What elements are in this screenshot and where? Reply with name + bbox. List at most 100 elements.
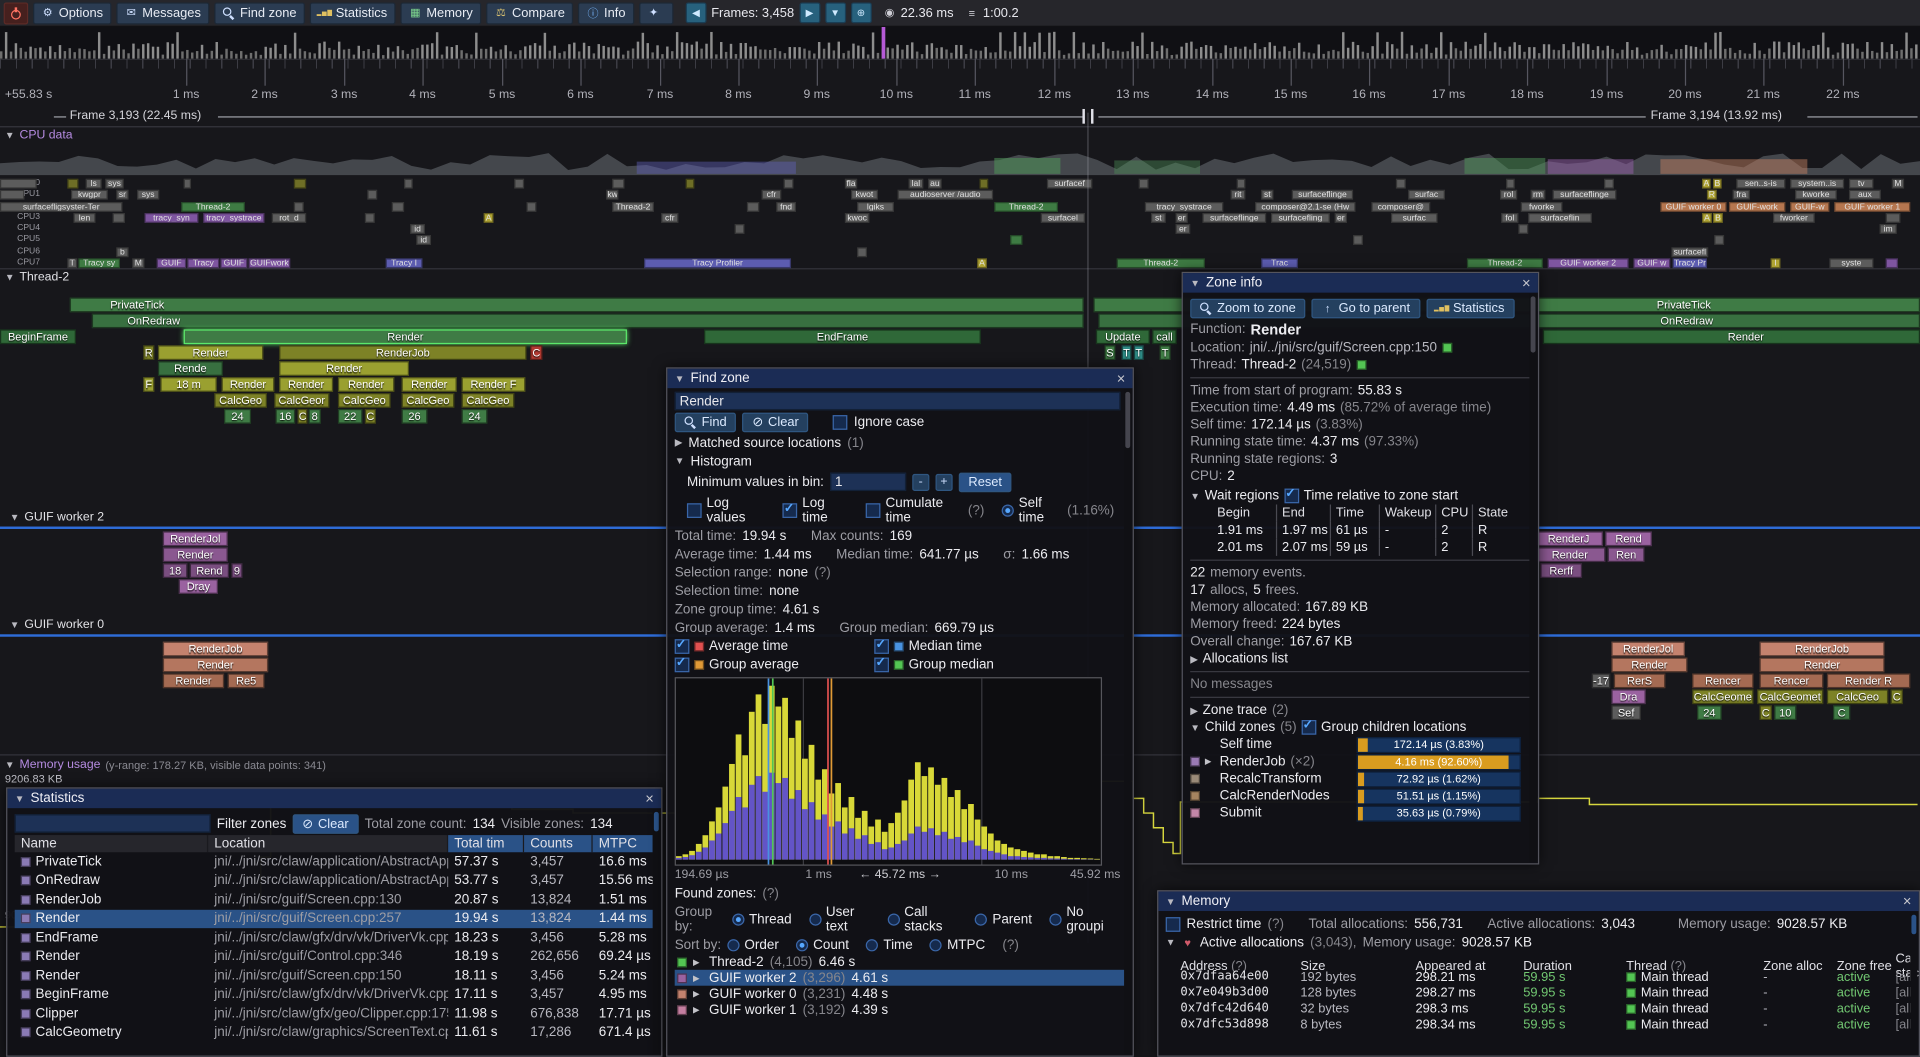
timeline-zone[interactable]: BeginFrame — [0, 329, 76, 344]
timeline-zone[interactable]: Render — [163, 673, 224, 688]
log-values-checkbox[interactable] — [687, 503, 702, 518]
zone-info-title-bar[interactable]: ▼ Zone info × — [1183, 273, 1538, 293]
timeline-zone[interactable]: CalcGeo — [214, 393, 267, 408]
filter-zones-input[interactable] — [15, 814, 211, 832]
timeline-zone[interactable]: Render — [163, 658, 268, 673]
group-children-checkbox[interactable] — [1301, 720, 1316, 735]
statistics-row[interactable]: Render jni/../jni/src/guif/Control.cpp:3… — [15, 947, 654, 966]
timeline-zone[interactable]: Dra — [1611, 689, 1645, 704]
timeline-zone[interactable]: CalcGeo — [462, 393, 515, 408]
timeline-zone[interactable]: Render — [158, 345, 263, 360]
group-by-option[interactable]: User text — [809, 904, 870, 933]
group-by-option[interactable]: Thread — [732, 912, 792, 927]
sort-by-option[interactable]: Count — [796, 937, 849, 952]
timeline-zone[interactable]: call — [1152, 329, 1176, 344]
timeline-zone[interactable]: 16 — [276, 409, 296, 424]
window-collapse-icon[interactable]: ▼ — [1166, 896, 1176, 907]
thread2-header[interactable]: ▼ Thread-2 — [5, 271, 69, 284]
timeline-zone[interactable]: 8 — [309, 409, 321, 424]
go-to-parent-button[interactable]: Go to parent — [1312, 298, 1420, 318]
statistics-row[interactable]: CalcGeometry jni/../jni/src/claw/graphic… — [15, 1023, 654, 1042]
allocation-row[interactable]: 0x7dfc42d640 32 bytes 298.3 ms 59.95 s M… — [1166, 1000, 1912, 1016]
timeline-zone[interactable]: -17 — [1592, 673, 1610, 688]
toolbar-button[interactable]: Options — [33, 2, 112, 24]
column-header-total-time[interactable]: Total tim — [448, 835, 524, 852]
self-time-radio[interactable] — [1002, 504, 1014, 516]
time-relative-checkbox[interactable] — [1284, 489, 1299, 504]
statistics-row[interactable]: Render jni/../jni/src/guif/Screen.cpp:15… — [15, 966, 654, 985]
wait-regions-toggle[interactable]: ▼ — [1190, 490, 1200, 501]
scrollbar[interactable] — [1529, 294, 1536, 862]
timeline-zone[interactable]: R — [143, 345, 154, 360]
zone-thread[interactable]: Thread-2 — [1242, 358, 1297, 373]
timeline-zone[interactable]: Sef — [1611, 705, 1640, 720]
timeline-zone[interactable]: Render — [1760, 658, 1885, 673]
group-by-option[interactable]: Parent — [975, 912, 1032, 927]
timeline-zone[interactable]: 24 — [1697, 705, 1721, 720]
timeline-zone[interactable]: Render — [1543, 329, 1920, 344]
min-bin-decrease-button[interactable]: - — [912, 473, 929, 490]
statistics-row[interactable]: OnRedraw jni/../jni/src/claw/application… — [15, 871, 654, 890]
timeline-zone[interactable]: RenderJob — [279, 345, 526, 360]
zone-group-row[interactable]: ▶ GUIF worker 2 (3,296) 4.61 s — [675, 970, 1126, 986]
legend-checkbox[interactable] — [874, 639, 889, 654]
timeline-zone[interactable]: Rencer — [1760, 673, 1824, 688]
allocations-list-toggle[interactable]: ▶Allocations list — [1190, 650, 1530, 667]
timeline-zone[interactable]: 24 — [462, 409, 488, 424]
statistics-row[interactable]: Render jni/../jni/src/guif/Screen.cpp:25… — [15, 909, 654, 928]
wait-region-row[interactable]: 1.91 ms1.97 ms61 µs -2R — [1212, 522, 1530, 539]
statistics-title-bar[interactable]: ▼ Statistics × — [7, 789, 661, 809]
toolbar-button[interactable]: Find zone — [214, 2, 305, 24]
timeline-zone[interactable]: RenderJob — [1760, 642, 1885, 657]
scrollbar[interactable] — [653, 809, 660, 1054]
timeline-zone[interactable]: C — [530, 345, 542, 360]
timeline-zone[interactable]: 18 m — [160, 377, 216, 392]
expand-triangle-icon[interactable]: ▶ — [693, 989, 703, 999]
timeline-zone[interactable]: Render F — [462, 377, 526, 392]
focus-frame-button[interactable]: ⊕ — [850, 2, 871, 23]
min-bin-input[interactable] — [830, 473, 906, 491]
zone-trace-toggle[interactable]: ▶Zone trace(2) — [1190, 702, 1530, 719]
column-header-mtpc[interactable]: MTPC — [593, 835, 654, 852]
toolbar-button[interactable]: Statistics — [310, 2, 396, 24]
statistics-row[interactable]: RenderJob jni/../jni/src/guif/Screen.cpp… — [15, 890, 654, 909]
timeline-zone[interactable]: 18 — [163, 563, 187, 578]
group-by-option[interactable]: No groupi — [1049, 904, 1114, 933]
timeline-zone[interactable]: F — [143, 377, 154, 392]
legend-checkbox[interactable] — [874, 657, 889, 672]
timeline-zone[interactable]: 22 — [338, 409, 362, 424]
timeline-zone[interactable]: EndFrame — [704, 329, 981, 344]
log-time-checkbox[interactable] — [783, 503, 798, 518]
allocation-row[interactable]: 0x7dfc53d898 8 bytes 298.34 ms 59.95 s M… — [1166, 1016, 1912, 1032]
statistics-row[interactable]: EndFrame jni/../jni/src/claw/gfx/drv/vk/… — [15, 928, 654, 947]
toolbar-button[interactable]: Compare — [486, 2, 573, 24]
timeline-zone[interactable]: T — [1122, 345, 1132, 360]
cumulate-time-checkbox[interactable] — [866, 503, 881, 518]
zone-location[interactable]: jni/../jni/src/guif/Screen.cpp:150 — [1250, 340, 1437, 355]
find-zone-histogram[interactable] — [675, 677, 1102, 866]
close-icon[interactable]: × — [1522, 276, 1531, 291]
sort-by-option[interactable]: Time — [866, 937, 913, 952]
timeline-zone[interactable]: Render — [1611, 658, 1687, 673]
child-zone-row[interactable]: ▶ CalcRenderNodes 51.51 µs (1.15%) — [1190, 787, 1530, 804]
timeline-zone[interactable]: CalcGeomet — [1757, 689, 1823, 704]
group-by-option[interactable]: Call stacks — [887, 904, 958, 933]
active-allocations-toggle[interactable]: ▼ Active allocations (3,043), Memory usa… — [1166, 933, 1912, 951]
matched-locations-toggle[interactable]: ▶Matched source locations(1) — [675, 433, 1126, 451]
timeline-zone[interactable]: Render R — [1827, 673, 1910, 688]
timeline-zone[interactable]: RenderJol — [1611, 642, 1684, 657]
expand-triangle-icon[interactable]: ▶ — [693, 957, 703, 967]
allocation-row[interactable]: 0x7e049b3d00 128 bytes 298.27 ms 59.95 s… — [1166, 984, 1912, 1000]
child-zone-row[interactable]: ▶ Submit 35.63 µs (0.79%) — [1190, 804, 1530, 821]
column-header-counts[interactable]: Counts — [524, 835, 593, 852]
find-zone-title-bar[interactable]: ▼ Find zone × — [667, 369, 1132, 389]
reset-button[interactable]: Reset — [959, 472, 1012, 492]
timeline-zone[interactable]: S — [1104, 345, 1115, 360]
expand-triangle-icon[interactable]: ▶ — [693, 973, 703, 983]
timeline-zone[interactable]: Rencer — [1692, 673, 1753, 688]
zone-group-row[interactable]: ▶ Thread-2 (4,105) 6.46 s — [675, 954, 1126, 970]
zone-group-row[interactable]: ▶ GUIF worker 1 (3,192) 4.39 s — [675, 1002, 1126, 1018]
timeline-zone[interactable]: C — [1760, 705, 1772, 720]
guif-worker0-header[interactable]: ▼ GUIF worker 0 — [10, 618, 104, 631]
timeline-zone[interactable]: 10 — [1774, 705, 1796, 720]
